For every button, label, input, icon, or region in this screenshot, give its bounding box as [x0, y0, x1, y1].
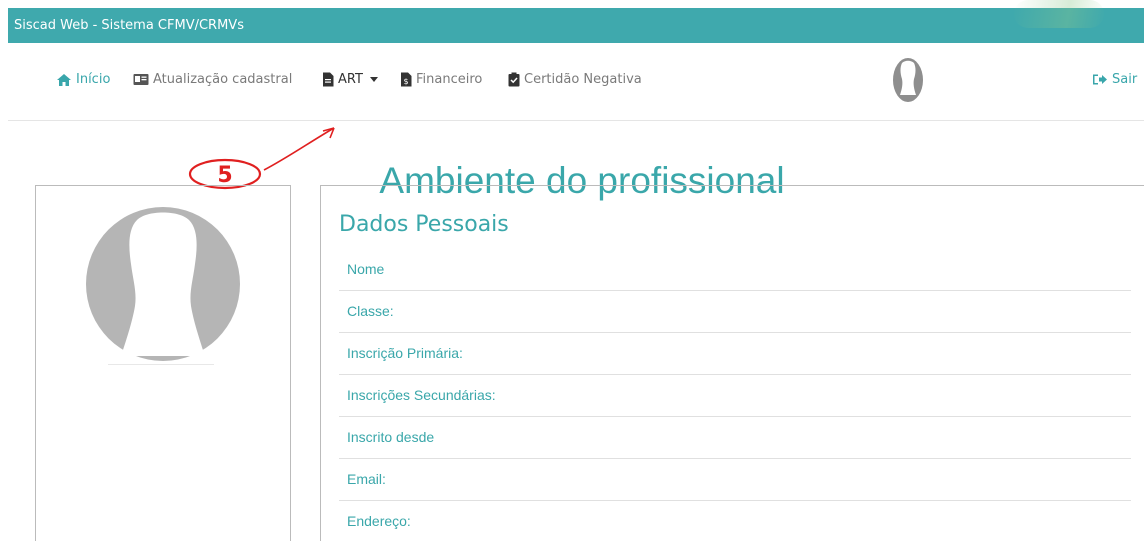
field-label: Inscrição Primária:: [347, 345, 463, 361]
logout-label: Sair: [1112, 72, 1138, 87]
section-title: Dados Pessoais: [339, 212, 509, 237]
nav-item-label: Certidão Negativa: [524, 72, 642, 87]
svg-text:$: $: [403, 77, 408, 86]
chevron-down-icon: [369, 77, 378, 82]
profile-photo-card: [35, 185, 291, 541]
profile-avatar: [85, 206, 241, 366]
field-label: Classe:: [347, 303, 394, 319]
field-row-email: Email:: [339, 458, 1131, 501]
nav-item-inicio[interactable]: Início: [56, 72, 110, 87]
nav-item-atualizacao-cadastral[interactable]: Atualização cadastral: [133, 72, 292, 87]
nav-item-art[interactable]: ART: [322, 72, 378, 87]
nav-item-certidao-negativa[interactable]: Certidão Negativa: [508, 72, 642, 87]
field-row-inscricoes-secundarias: Inscrições Secundárias:: [339, 374, 1131, 417]
personal-data-card: Dados Pessoais Nome Classe: Inscrição Pr…: [320, 185, 1144, 541]
field-row-classe: Classe:: [339, 290, 1131, 333]
field-label: Inscrito desde: [347, 429, 435, 445]
sign-out-icon: [1092, 73, 1108, 86]
field-label: Email:: [347, 471, 386, 487]
document-icon: [322, 72, 334, 87]
field-label: Inscrições Secundárias:: [347, 387, 496, 403]
field-row-nome: Nome: [339, 248, 1131, 291]
app-header-bar: Siscad Web - Sistema CFMV/CRMVs: [8, 0, 1144, 43]
user-avatar[interactable]: [892, 57, 924, 107]
nav-item-label: Atualização cadastral: [153, 72, 293, 87]
field-row-inscricao-primaria: Inscrição Primária:: [339, 332, 1131, 375]
header-decoration: [1014, 0, 1104, 28]
nav-item-label: Início: [76, 72, 111, 87]
logout-button[interactable]: Sair: [1092, 72, 1137, 87]
id-card-icon: [133, 73, 149, 86]
avatar-divider: [108, 364, 214, 365]
nav-item-label: Financeiro: [416, 72, 483, 87]
main-navigation: Início Atualização cadastral ART $ Finan…: [8, 43, 1144, 121]
home-icon: [56, 73, 72, 87]
field-label: Endereço:: [347, 513, 411, 529]
nav-item-label: ART: [338, 72, 363, 87]
field-label: Nome: [347, 261, 385, 277]
field-row-endereco: Endereço:: [339, 500, 1131, 542]
field-row-inscrito-desde: Inscrito desde: [339, 416, 1131, 459]
nav-item-financeiro[interactable]: $ Financeiro: [400, 72, 482, 87]
certificate-icon: [508, 72, 520, 87]
app-title: Siscad Web - Sistema CFMV/CRMVs: [14, 18, 244, 33]
finance-icon: $: [400, 72, 412, 87]
